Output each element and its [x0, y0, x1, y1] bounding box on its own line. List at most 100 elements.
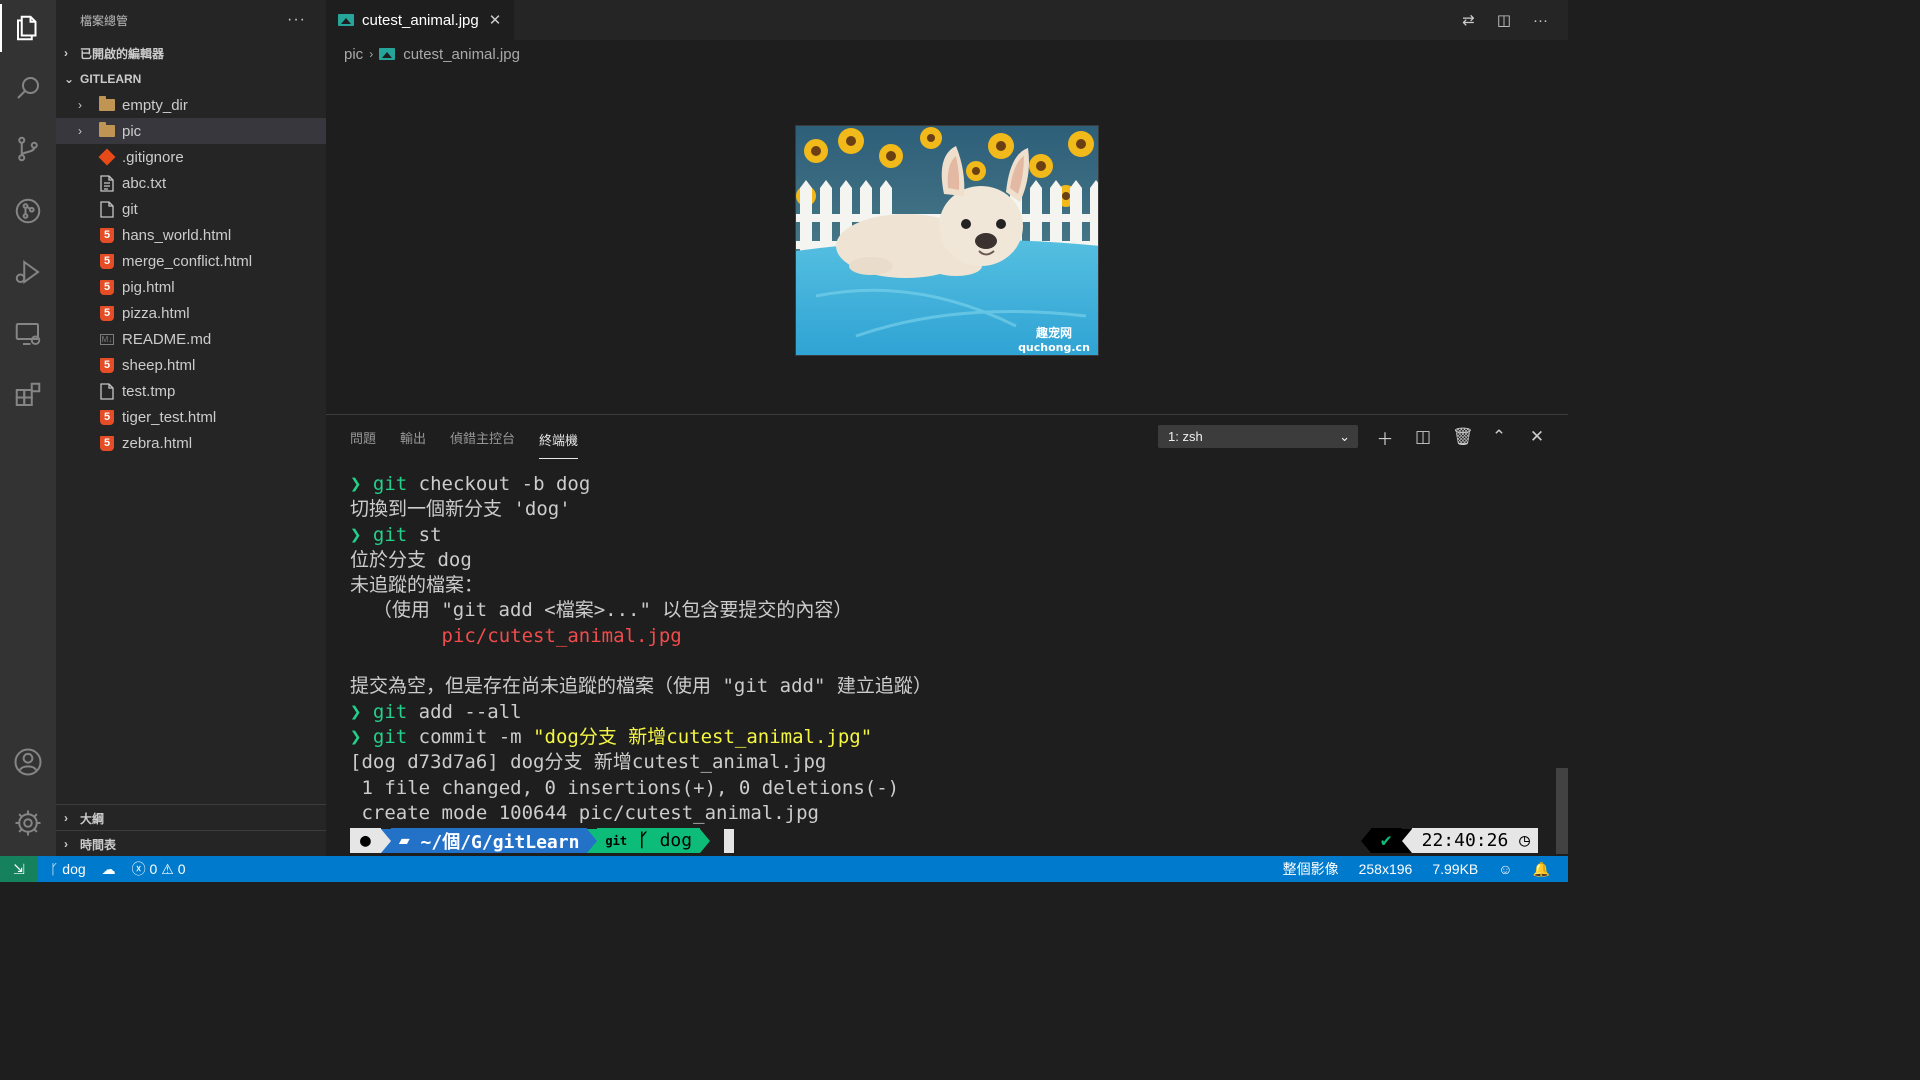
split-editor-icon[interactable]: ◫ — [1497, 11, 1511, 29]
tree-file[interactable]: test.tmp — [56, 378, 326, 404]
shell-prompt: ● ▰ ~/個/G/gitLearn git ᚴ dog — [350, 828, 735, 853]
run-debug-icon[interactable] — [0, 244, 56, 300]
panel-tabs: 問題 輸出 偵錯主控台 終端機 — [350, 415, 579, 459]
maximize-panel-icon[interactable]: ⌃ — [1490, 427, 1508, 447]
branch-icon: ᚴ — [627, 830, 660, 851]
tree-folder[interactable]: › empty_dir — [56, 92, 326, 118]
tree-file[interactable]: 5 pizza.html — [56, 300, 326, 326]
tree-item-label: merge_conflict.html — [122, 252, 253, 270]
new-terminal-icon[interactable]: ＋ — [1376, 425, 1394, 450]
powerline-separator — [587, 828, 598, 853]
terminal-line: ❯ git add --all — [350, 700, 522, 723]
project-section[interactable]: ⌄ GITLEARN — [56, 66, 326, 92]
timeline-label: 時間表 — [80, 837, 117, 852]
html-file-icon: 5 — [98, 278, 116, 296]
close-icon[interactable]: ✕ — [489, 11, 502, 29]
account-icon[interactable] — [0, 734, 56, 790]
git-file-icon — [98, 148, 116, 166]
powerline-separator — [1401, 828, 1412, 853]
tree-item-label: abc.txt — [122, 174, 167, 192]
terminal-cursor — [724, 828, 735, 853]
prompt-symbol: ❯ — [350, 473, 362, 495]
powerline-separator — [1360, 828, 1371, 853]
more-actions-icon[interactable]: ··· — [1533, 12, 1548, 29]
git-graph-icon[interactable] — [0, 183, 56, 239]
chevron-right-icon: › — [64, 837, 68, 851]
chevron-right-icon: › — [78, 98, 82, 112]
remote-icon[interactable]: ⇲ — [0, 856, 38, 882]
tree-file[interactable]: M↓ README.md — [56, 326, 326, 352]
status-problems[interactable]: ⓧ 0 ⚠ 0 — [132, 859, 186, 879]
open-editors-section[interactable]: › 已開啟的編輯器 — [56, 40, 326, 66]
html-file-icon: 5 — [98, 252, 116, 270]
status-branch[interactable]: ᚴ dog — [50, 861, 86, 877]
tree-file[interactable]: 5 merge_conflict.html — [56, 248, 326, 274]
extensions-icon[interactable] — [0, 367, 56, 423]
terminal-line: 提交為空，但是存在尚未追蹤的檔案（使用 "git add" 建立追蹤） — [350, 675, 932, 698]
trash-icon[interactable]: 🗑 — [1452, 427, 1474, 447]
powerline-separator — [700, 828, 711, 853]
terminal-scrollbar[interactable] — [1556, 768, 1568, 854]
editor-actions: ⇄ ◫ ··· — [1462, 0, 1548, 40]
terminal-line: ❯ git st — [350, 523, 442, 546]
tab-cutest-animal[interactable]: cutest_animal.jpg ✕ — [326, 0, 514, 40]
breadcrumb-folder[interactable]: pic — [344, 46, 363, 63]
tab-terminal[interactable]: 終端機 — [539, 421, 579, 459]
terminal-line: ❯ git commit -m "dog分支 新增cutest_animal.j… — [350, 725, 873, 748]
markdown-file-icon: M↓ — [99, 333, 115, 345]
terminal-select[interactable]: 1: zsh ⌄ — [1158, 425, 1358, 448]
close-panel-icon[interactable]: ✕ — [1528, 427, 1546, 447]
tree-file[interactable]: .gitignore — [56, 144, 326, 170]
settings-gear-icon[interactable] — [0, 795, 56, 851]
tree-item-label: .gitignore — [122, 148, 184, 166]
tab-output[interactable]: 輸出 — [400, 415, 426, 459]
shell-right-prompt: ✔ 22:40:26 ◷ — [1360, 828, 1538, 853]
tree-file[interactable]: git — [56, 196, 326, 222]
status-image-mode[interactable]: 整個影像 — [1283, 859, 1339, 879]
outline-section[interactable]: › 大綱 — [56, 804, 326, 830]
search-icon[interactable] — [0, 60, 56, 116]
tree-item-label: hans_world.html — [122, 226, 232, 244]
tree-file[interactable]: 5 hans_world.html — [56, 222, 326, 248]
terminal-line: 1 file changed, 0 insertions(+), 0 delet… — [350, 776, 900, 799]
tree-item-label: git — [122, 200, 138, 218]
terminal-line: pic/cutest_animal.jpg — [441, 624, 682, 647]
breadcrumb-file[interactable]: cutest_animal.jpg — [403, 46, 520, 63]
prompt-git-branch: git ᚴ dog — [597, 828, 701, 853]
status-dimensions: 258x196 — [1358, 861, 1413, 877]
tree-file[interactable]: 5 pig.html — [56, 274, 326, 300]
explorer-icon[interactable] — [0, 0, 56, 56]
tab-debug-console[interactable]: 偵錯主控台 — [450, 415, 515, 459]
check-icon: ✔ — [1370, 828, 1402, 853]
error-icon: ⓧ — [131, 861, 150, 877]
sync-icon[interactable]: ☁ — [102, 861, 116, 878]
tree-file[interactable]: 5 zebra.html — [56, 430, 326, 456]
remote-explorer-icon[interactable] — [0, 306, 56, 362]
folder-icon — [98, 122, 116, 140]
prompt-symbol: ❯ — [350, 700, 362, 723]
tab-problems[interactable]: 問題 — [350, 415, 376, 459]
prompt-symbol: ❯ — [350, 523, 362, 546]
tree-file[interactable]: 5 sheep.html — [56, 352, 326, 378]
tree-item-label: zebra.html — [122, 434, 193, 452]
feedback-icon[interactable]: ☺ — [1498, 861, 1512, 877]
tree-file[interactable]: 5 tiger_test.html — [56, 404, 326, 430]
more-actions-icon[interactable]: ··· — [287, 11, 306, 29]
chevron-down-icon: ⌄ — [64, 72, 75, 86]
split-terminal-icon[interactable]: ◫ — [1414, 427, 1432, 447]
panel-actions: ＋ ◫ 🗑 ⌃ ✕ — [1376, 425, 1546, 449]
tree-folder[interactable]: › pic — [56, 118, 326, 144]
chevron-right-icon: › — [64, 811, 68, 825]
html-file-icon: 5 — [98, 304, 116, 322]
tree-item-label: pic — [122, 122, 142, 140]
prompt-directory: ▰ ~/個/G/gitLearn — [390, 828, 588, 853]
bell-icon[interactable]: 🔔 — [1533, 861, 1550, 878]
terminal-line: [dog d73d7a6] dog分支 新增cutest_animal.jpg — [350, 751, 827, 774]
tree-file[interactable]: abc.txt — [56, 170, 326, 196]
timeline-section[interactable]: › 時間表 — [56, 830, 326, 856]
source-control-icon[interactable] — [0, 121, 56, 177]
open-changes-icon[interactable]: ⇄ — [1462, 11, 1475, 29]
tree-item-label: test.tmp — [122, 382, 176, 400]
terminal-output[interactable]: ❯ git checkout -b dog 切換到一個新分支 'dog' ❯ git… — [350, 472, 932, 826]
